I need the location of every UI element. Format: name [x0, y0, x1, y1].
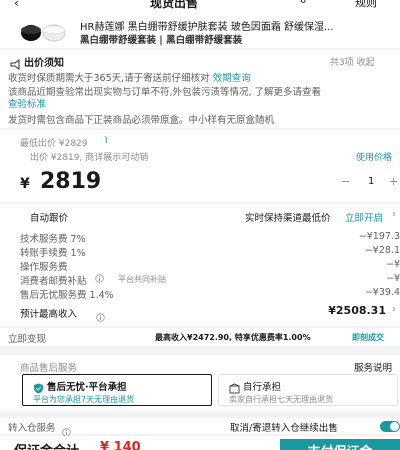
megaphone-icon [10, 55, 21, 70]
product-image [18, 18, 70, 44]
expiry-check-link[interactable]: 效期查询 [213, 73, 251, 84]
cashout-row: 立即变现 最高收入¥2472.90, 特享优惠费率1.00% 即刻成交 [0, 328, 400, 346]
price-input[interactable]: 2819 [40, 169, 101, 194]
fee-label: 技术服务费 7% [20, 234, 86, 245]
fees-section: 技术服务费 7% −¥197.3 转账手续费 1% −¥28.1 操作服务费 −… [0, 226, 400, 326]
option-title: 售后无忧·平台承担 [47, 382, 127, 393]
product-row: HR赫莲娜 黑白绷带舒缓护肤套装 玻色因面霜 舒缓保湿... 黑白绷带舒缓套装 … [0, 14, 400, 48]
trend-icon[interactable]: ⌇ [104, 136, 108, 146]
auto-follow-enable-link[interactable]: 立即开启 [345, 210, 383, 224]
chevron-right-icon: › [392, 209, 396, 220]
expected-income-value: ¥2508.31 [328, 304, 386, 317]
product-name: HR赫莲娜 黑白绷带舒缓护肤套装 玻色因面霜 舒缓保湿... [80, 22, 334, 33]
warehouse-desc: 取消/寄退转入仓继续出售 [230, 423, 338, 434]
option-title: 自行承担 [243, 382, 282, 393]
auto-follow-row: 自动跟价 实时保持渠道最低价 立即开启 › [0, 204, 400, 226]
fee-label: 转账手续费 1% [20, 248, 86, 259]
deposit-label: 保证金合计 [14, 440, 79, 450]
option-desc: 平台为您承担7天无理由退货 [33, 395, 135, 404]
info-icon[interactable] [96, 307, 105, 322]
after-sales-title: 商品售后服务 [20, 363, 78, 374]
after-sales-option-platform[interactable]: 售后无忧·平台承担 平台为您承担7天无理由退货 [22, 374, 212, 406]
use-price-tool-link[interactable]: 使用价格 [356, 150, 392, 163]
lowest-price: 最低出价 ¥2829 [20, 139, 88, 149]
warehouse-label: 转入仓服务 [8, 423, 56, 434]
option-desc: 卖家自行承担七天无理由退货 [229, 395, 333, 404]
minus-button[interactable]: − [341, 175, 350, 188]
fee-value: −¥ [385, 259, 400, 270]
expected-income-label: 预计最高收入 [20, 309, 78, 320]
notice-section: 出价须知 共3项 收起 收货时保质期需大于365天,请于寄送前仔细核对 效期查询… [0, 50, 400, 128]
notice-line-3: 发货时需包含商品下正装商品必须带原盒。中小样有无原盒随机 [8, 115, 275, 126]
pay-deposit-button[interactable]: 支付保证金 [280, 439, 400, 450]
plus-button[interactable]: + [389, 175, 398, 188]
notice-collapse[interactable]: 共3项 收起 [330, 55, 375, 68]
after-sales-section: 商品售后服务 服务说明 售后无忧·平台承担 平台为您承担7天无理由退货 自行承担… [0, 355, 400, 411]
fee-note: 平台共同补贴 [118, 275, 166, 284]
notice-text: 收货时保质期需大于365天,请于寄送前仔细核对 [8, 73, 210, 84]
deposit-value: ¥ 140 [100, 440, 141, 450]
currency-symbol: ¥ [20, 176, 30, 192]
service-explain-link[interactable]: 服务说明 [354, 360, 392, 374]
fee-value: −¥197.3 [358, 231, 400, 242]
toggle-knob [390, 422, 399, 431]
info-icon[interactable] [62, 422, 71, 437]
notice-line-2: 该商品近期查验常出现实物与订单不符,外包装污渍等情况, 了解更多请查看 [8, 87, 322, 98]
box-icon [229, 379, 240, 394]
after-sales-option-self[interactable]: 自行承担 卖家自行承担七天无理由退货 [218, 374, 398, 406]
bid-hint: 出价 ¥2819, 商详展示可动销 [30, 153, 149, 163]
auto-follow-label: 自动跟价 [30, 213, 69, 224]
info-icon[interactable] [95, 274, 104, 283]
fee-label: 售后无忧服务费 1.4% [20, 290, 114, 301]
top-header: ‹ 现货出售 ϐ 规则 [0, 0, 400, 14]
chevron-right-icon[interactable]: › [392, 304, 396, 315]
shield-icon [33, 379, 44, 394]
quantity-stepper: − 1 + [325, 175, 398, 193]
fee-label: 操作服务费 [20, 262, 68, 273]
rules-link[interactable]: 规则 [355, 0, 377, 10]
warehouse-toggle[interactable] [380, 421, 400, 432]
quantity-value[interactable]: 1 [368, 176, 374, 187]
notice-title: 出价须知 [24, 58, 64, 69]
pricing-section: 最低出价 ¥2829 ⌇ 出价 ¥2819, 商详展示可动销 使用价格 ¥ 28… [0, 130, 400, 202]
fee-label: 消费者邮费补贴 [20, 276, 87, 287]
cashout-text: 最高收入¥2472.90, 特享优惠费率1.00% [155, 333, 311, 342]
inspection-standard-link[interactable]: 查验标准 [8, 96, 46, 110]
product-spec: 黑白绷带舒缓套装 | 黑白绷带舒缓套装 [80, 35, 243, 46]
warehouse-row: 转入仓服务 取消/寄退转入仓继续出售 [0, 418, 400, 437]
page-title: 现货出售 [150, 0, 199, 10]
auto-follow-desc: 实时保持渠道最低价 [245, 213, 331, 224]
notice-line-1: 收货时保质期需大于365天,请于寄送前仔细核对 效期查询 [8, 70, 400, 84]
help-icon[interactable]: ϐ [300, 0, 306, 6]
fee-value: −¥ [385, 273, 400, 284]
fee-value: −¥39.4 [364, 287, 400, 298]
bottom-bar: 保证金合计 ¥ 140 支付保证金 [0, 436, 400, 450]
back-icon[interactable]: ‹ [14, 0, 19, 10]
cashout-label: 立即变现 [8, 334, 47, 345]
cashout-link[interactable]: 即刻成交 [352, 332, 384, 343]
fee-value: −¥28.1 [364, 245, 400, 256]
